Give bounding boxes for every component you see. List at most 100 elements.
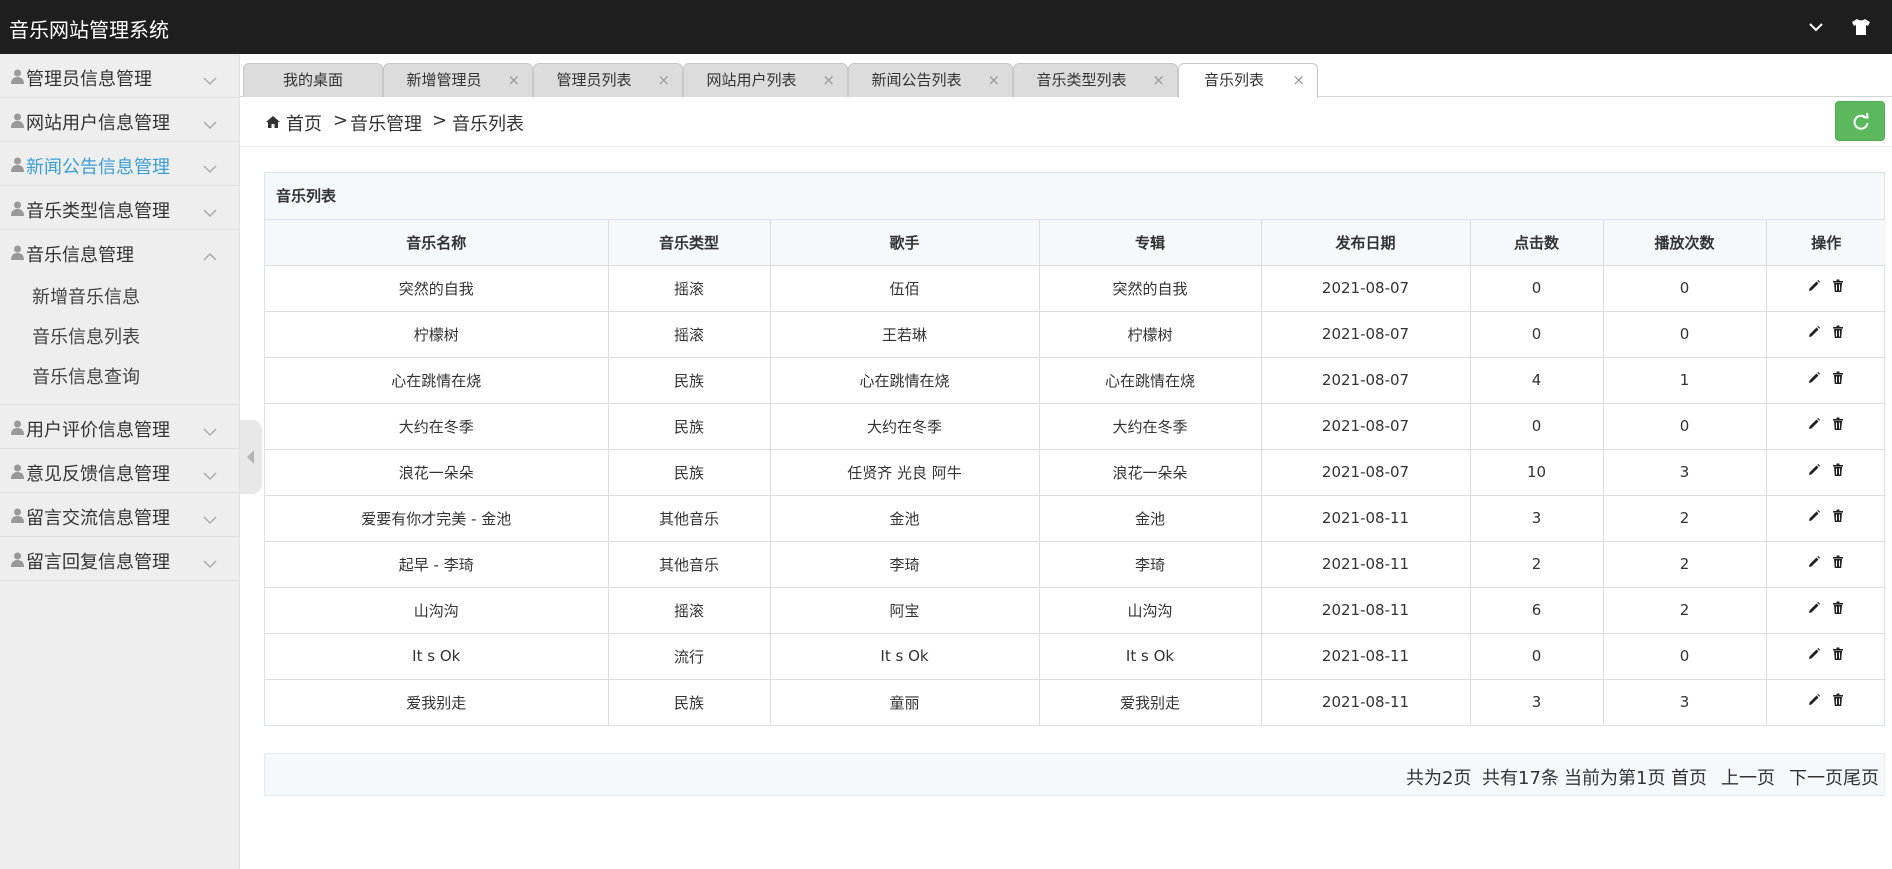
cell-music-type: 摇滚 — [608, 265, 771, 312]
tab-label: 网站用户列表 — [706, 71, 797, 89]
cell-music-type: 摇滚 — [608, 311, 771, 358]
breadcrumb-music-manage[interactable]: 音乐管理 — [350, 110, 422, 136]
cell-album: 李琦 — [1039, 541, 1262, 588]
sidebar-item-music-type-info[interactable]: 音乐类型信息管理 — [0, 186, 239, 230]
music-table: 音乐名称 音乐类型 歌手 专辑 发布日期 点击数 播放次数 操作 突然的自我 摇滚… — [265, 220, 1886, 725]
edit-icon[interactable] — [1807, 693, 1821, 707]
pagination-last[interactable]: 尾页 — [1843, 764, 1879, 790]
close-icon[interactable]: × — [657, 64, 670, 96]
row-actions — [1807, 647, 1845, 661]
sidebar-item-user-review-info[interactable]: 用户评价信息管理 — [0, 405, 239, 449]
cell-plays: 3 — [1603, 679, 1767, 725]
row-actions — [1807, 555, 1845, 569]
table-row: 大约在冬季 民族 大约在冬季 大约在冬季 2021-08-07 0 0 — [265, 403, 1886, 450]
sidebar-collapse-handle[interactable] — [240, 420, 262, 494]
sidebar-subitem-music-query[interactable]: 音乐信息查询 — [0, 358, 239, 398]
edit-icon[interactable] — [1807, 463, 1821, 477]
delete-icon[interactable] — [1831, 371, 1845, 385]
pagination-first[interactable]: 首页 — [1671, 764, 1707, 790]
delete-icon[interactable] — [1831, 325, 1845, 339]
cell-actions — [1766, 265, 1886, 312]
sidebar-subitem-music-list[interactable]: 音乐信息列表 — [0, 318, 239, 358]
delete-icon[interactable] — [1831, 601, 1845, 615]
cell-album: 突然的自我 — [1039, 265, 1262, 312]
breadcrumb-separator: > — [333, 110, 349, 131]
cell-plays: 0 — [1603, 265, 1767, 312]
close-icon[interactable]: × — [507, 64, 520, 96]
cell-album: 心在跳情在烧 — [1039, 357, 1262, 404]
cell-music-type: 其他音乐 — [608, 495, 771, 542]
user-icon — [11, 201, 24, 216]
sidebar-item-label: 音乐信息管理 — [26, 245, 134, 266]
cell-release-date: 2021-08-07 — [1261, 403, 1471, 450]
edit-icon[interactable] — [1807, 601, 1821, 615]
cell-plays: 0 — [1603, 311, 1767, 358]
cell-music-name: 爱我别走 — [265, 679, 609, 725]
tab-music-type-list[interactable]: 音乐类型列表 × — [1013, 63, 1178, 97]
sidebar-item-label: 网站用户信息管理 — [26, 113, 170, 134]
edit-icon[interactable] — [1807, 371, 1821, 385]
edit-icon[interactable] — [1807, 417, 1821, 431]
cell-music-type: 民族 — [608, 449, 771, 496]
cell-plays: 0 — [1603, 633, 1767, 680]
tab-site-user-list[interactable]: 网站用户列表 × — [683, 63, 848, 97]
sidebar-item-news-info[interactable]: 新闻公告信息管理 — [0, 142, 239, 186]
sidebar-item-admin-info[interactable]: 管理员信息管理 — [0, 54, 239, 98]
sidebar-subitem-add-music[interactable]: 新增音乐信息 — [0, 278, 239, 318]
delete-icon[interactable] — [1831, 555, 1845, 569]
cell-plays: 2 — [1603, 587, 1767, 634]
column-header: 操作 — [1766, 220, 1886, 266]
cell-release-date: 2021-08-11 — [1261, 541, 1471, 588]
tab-news-list[interactable]: 新闻公告列表 × — [848, 63, 1013, 97]
refresh-button[interactable] — [1835, 101, 1885, 141]
delete-icon[interactable] — [1831, 693, 1845, 707]
edit-icon[interactable] — [1807, 279, 1821, 293]
delete-icon[interactable] — [1831, 463, 1845, 477]
close-icon[interactable]: × — [822, 64, 835, 96]
chevron-down-icon[interactable] — [1805, 16, 1827, 38]
tab-music-list[interactable]: 音乐列表 × — [1178, 63, 1318, 98]
sidebar-item-music-info[interactable]: 音乐信息管理 — [0, 230, 239, 274]
close-icon[interactable]: × — [1152, 64, 1165, 96]
sidebar-item-site-user-info[interactable]: 网站用户信息管理 — [0, 98, 239, 142]
home-icon[interactable] — [265, 114, 281, 128]
sidebar-item-message-info[interactable]: 留言交流信息管理 — [0, 493, 239, 537]
cell-singer: 大约在冬季 — [770, 403, 1040, 450]
chevron-down-icon — [203, 115, 217, 130]
column-header: 专辑 — [1039, 220, 1262, 266]
pagination-prev[interactable]: 上一页 — [1721, 764, 1775, 790]
close-icon[interactable]: × — [987, 64, 1000, 96]
tab-my-desktop[interactable]: 我的桌面 — [243, 63, 383, 97]
user-icon — [11, 69, 24, 84]
delete-icon[interactable] — [1831, 509, 1845, 523]
breadcrumb-home[interactable]: 首页 — [286, 110, 322, 136]
table-row: 突然的自我 摇滚 伍佰 突然的自我 2021-08-07 0 0 — [265, 265, 1886, 312]
edit-icon[interactable] — [1807, 647, 1821, 661]
cell-release-date: 2021-08-07 — [1261, 449, 1471, 496]
sidebar-item-feedback-info[interactable]: 意见反馈信息管理 — [0, 449, 239, 493]
sidebar-item-reply-info[interactable]: 留言回复信息管理 — [0, 537, 239, 581]
cell-clicks: 0 — [1470, 403, 1604, 450]
breadcrumb: 首页 > 音乐管理 > 音乐列表 — [240, 97, 1892, 147]
pagination-next[interactable]: 下一页 — [1789, 764, 1843, 790]
edit-icon[interactable] — [1807, 509, 1821, 523]
chevron-up-icon — [203, 247, 217, 261]
cell-music-name: It s Ok — [265, 633, 609, 680]
user-icon — [11, 552, 24, 567]
cell-actions — [1766, 587, 1886, 634]
cell-plays: 1 — [1603, 357, 1767, 404]
shirt-icon[interactable] — [1850, 16, 1872, 38]
column-header: 音乐类型 — [608, 220, 771, 266]
delete-icon[interactable] — [1831, 417, 1845, 431]
tab-admin-list[interactable]: 管理员列表 × — [533, 63, 683, 97]
close-icon[interactable]: × — [1292, 64, 1305, 96]
table-row: 柠檬树 摇滚 王若琳 柠檬树 2021-08-07 0 0 — [265, 311, 1886, 358]
cell-clicks: 0 — [1470, 633, 1604, 680]
cell-singer: 任贤齐 光良 阿牛 — [770, 449, 1040, 496]
edit-icon[interactable] — [1807, 555, 1821, 569]
delete-icon[interactable] — [1831, 279, 1845, 293]
edit-icon[interactable] — [1807, 325, 1821, 339]
cell-clicks: 2 — [1470, 541, 1604, 588]
tab-add-admin[interactable]: 新增管理员 × — [383, 63, 533, 97]
delete-icon[interactable] — [1831, 647, 1845, 661]
